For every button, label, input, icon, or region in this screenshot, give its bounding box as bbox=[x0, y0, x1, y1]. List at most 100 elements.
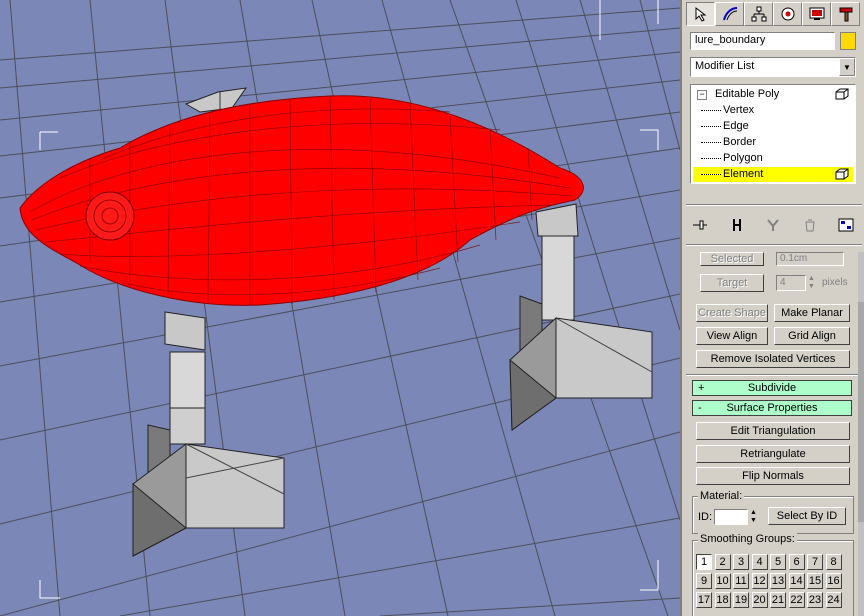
smoothing-group-button[interactable]: 13 bbox=[770, 573, 786, 589]
monitor-icon bbox=[809, 7, 824, 20]
command-panel-tabs bbox=[686, 2, 862, 26]
pixels-label: pixels bbox=[822, 277, 848, 288]
make-planar-button[interactable]: Make Planar bbox=[774, 304, 850, 322]
viewport-scene bbox=[0, 0, 680, 616]
selected-button[interactable]: Selected bbox=[700, 252, 764, 266]
panel-scrollbar[interactable] bbox=[858, 252, 864, 616]
hierarchy-tab[interactable] bbox=[744, 2, 773, 26]
remove-isolated-vertices-button[interactable]: Remove Isolated Vertices bbox=[696, 350, 850, 368]
smoothing-group-button[interactable]: 10 bbox=[714, 573, 731, 589]
motion-icon bbox=[781, 7, 794, 21]
tree-line bbox=[701, 126, 721, 127]
stack-item-polygon[interactable]: Polygon bbox=[693, 151, 853, 166]
utilities-tab[interactable] bbox=[831, 2, 860, 26]
tree-line bbox=[701, 158, 721, 159]
target-value-field[interactable]: 4 bbox=[776, 275, 806, 291]
pin-stack-icon[interactable] bbox=[690, 215, 710, 235]
modifier-stack[interactable]: − Editable Poly Vertex Edge Border Polyg… bbox=[690, 84, 856, 184]
material-id-field[interactable] bbox=[714, 509, 748, 525]
separator bbox=[686, 374, 858, 376]
create-tab[interactable] bbox=[686, 2, 715, 26]
chevron-down-icon[interactable]: ▼ bbox=[839, 58, 855, 76]
target-button[interactable]: Target bbox=[700, 274, 764, 292]
tree-line bbox=[701, 174, 721, 175]
collapse-icon[interactable]: − bbox=[697, 90, 707, 100]
pointer-icon bbox=[695, 6, 706, 22]
grid-align-button[interactable]: Grid Align bbox=[774, 327, 850, 345]
smoothing-group-button[interactable]: 20 bbox=[751, 592, 768, 608]
collapse-icon: - bbox=[698, 402, 702, 414]
smoothing-group-button[interactable]: 23 bbox=[807, 592, 823, 608]
select-by-id-button[interactable]: Select By ID bbox=[768, 507, 846, 525]
smoothing-group-button[interactable]: 16 bbox=[825, 573, 842, 589]
stack-item-editable-poly[interactable]: − Editable Poly bbox=[693, 87, 853, 102]
smoothing-group-button[interactable]: 12 bbox=[751, 573, 768, 589]
smoothing-group-button[interactable]: 22 bbox=[788, 592, 805, 608]
show-end-result-icon[interactable] bbox=[727, 215, 747, 235]
remove-modifier-icon[interactable] bbox=[800, 215, 820, 235]
smoothing-group-button[interactable]: 5 bbox=[770, 554, 786, 570]
stack-item-vertex[interactable]: Vertex bbox=[693, 103, 853, 118]
separator bbox=[686, 204, 862, 206]
smoothing-group-button[interactable]: 3 bbox=[733, 554, 749, 570]
smoothing-group-button[interactable]: 17 bbox=[696, 592, 712, 608]
target-spinner-icon[interactable]: ▲ ▼ bbox=[808, 275, 818, 291]
stack-root-label: Editable Poly bbox=[715, 88, 780, 100]
view-align-button[interactable]: View Align bbox=[696, 327, 768, 345]
scrollbar-thumb[interactable] bbox=[858, 302, 864, 522]
cube-icon bbox=[835, 88, 849, 100]
tree-line bbox=[701, 142, 721, 143]
smoothing-group-button[interactable]: 7 bbox=[807, 554, 823, 570]
smoothing-group-button[interactable]: 4 bbox=[751, 554, 768, 570]
left-stand bbox=[132, 311, 285, 557]
stack-item-element[interactable]: Element bbox=[693, 167, 853, 182]
hammer-icon bbox=[839, 7, 852, 22]
smoothing-group-button[interactable]: 19 bbox=[733, 592, 749, 608]
smoothing-group-button[interactable]: 6 bbox=[788, 554, 805, 570]
smoothing-group-button[interactable]: 8 bbox=[825, 554, 842, 570]
expand-icon: + bbox=[698, 382, 705, 394]
lure-body bbox=[19, 95, 584, 306]
smoothing-group-button[interactable]: 18 bbox=[714, 592, 731, 608]
perspective-viewport[interactable] bbox=[0, 0, 680, 616]
smoothing-group-button[interactable]: 2 bbox=[714, 554, 731, 570]
stack-item-label: Polygon bbox=[723, 152, 763, 164]
smoothing-group-button[interactable]: 11 bbox=[733, 573, 749, 589]
smoothing-group-button[interactable]: 24 bbox=[825, 592, 842, 608]
object-color-swatch[interactable] bbox=[840, 32, 856, 50]
smoothing-group-button[interactable]: 14 bbox=[788, 573, 805, 589]
smoothing-group-button[interactable]: 21 bbox=[770, 592, 786, 608]
object-name-field[interactable]: lure_boundary bbox=[690, 32, 835, 50]
motion-tab[interactable] bbox=[773, 2, 802, 26]
configure-modifier-sets-icon[interactable] bbox=[836, 215, 856, 235]
retriangulate-button[interactable]: Retriangulate bbox=[696, 445, 850, 463]
edit-triangulation-button[interactable]: Edit Triangulation bbox=[696, 422, 850, 440]
stack-item-label: Element bbox=[723, 168, 764, 180]
command-panel: lure_boundary Modifier List ▼ − Editable… bbox=[680, 0, 864, 616]
construction-grid bbox=[0, 0, 680, 616]
modify-tab[interactable] bbox=[715, 2, 744, 26]
flip-normals-button[interactable]: Flip Normals bbox=[696, 467, 850, 485]
display-tab[interactable] bbox=[802, 2, 831, 26]
stack-item-edge[interactable]: Edge bbox=[693, 119, 853, 134]
modifier-list-dropdown[interactable]: Modifier List ▼ bbox=[690, 57, 856, 77]
surface-properties-rollout-header[interactable]: - Surface Properties bbox=[692, 400, 852, 416]
make-unique-icon[interactable] bbox=[763, 215, 783, 235]
smoothing-group-button[interactable]: 15 bbox=[807, 573, 823, 589]
id-label: ID: bbox=[698, 511, 713, 523]
smoothing-group-button[interactable]: 9 bbox=[696, 573, 712, 589]
smoothing-groups-label: Smoothing Groups: bbox=[698, 533, 797, 545]
rollout-area: Selected 0.1cm Target 4 ▲ ▼ pixels Create… bbox=[686, 252, 858, 616]
rollout-title: Subdivide bbox=[747, 382, 797, 394]
curve-icon bbox=[722, 7, 737, 21]
material-id-spinner-icon[interactable]: ▲ ▼ bbox=[750, 509, 760, 525]
right-stand bbox=[509, 203, 653, 431]
hierarchy-icon bbox=[751, 6, 766, 22]
separator bbox=[686, 244, 862, 246]
smoothing-group-button[interactable]: 1 bbox=[696, 554, 712, 570]
create-shape-button[interactable]: Create Shape bbox=[696, 304, 768, 322]
subdivide-rollout-header[interactable]: + Subdivide bbox=[692, 380, 852, 396]
selected-value-field[interactable]: 0.1cm bbox=[776, 252, 844, 266]
stack-item-border[interactable]: Border bbox=[693, 135, 853, 150]
stack-item-label: Edge bbox=[723, 120, 749, 132]
